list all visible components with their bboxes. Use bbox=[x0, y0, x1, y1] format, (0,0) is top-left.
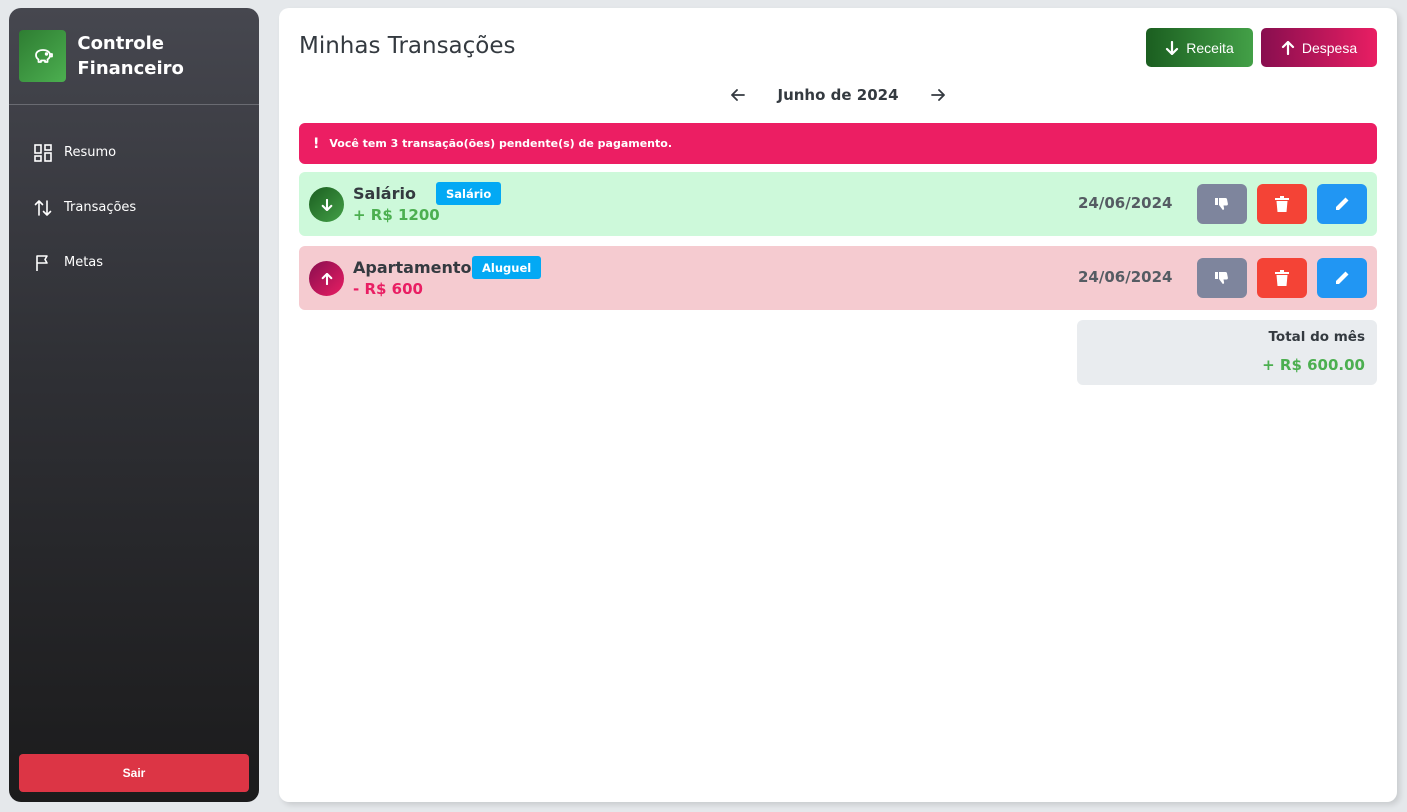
add-receita-button[interactable]: Receita bbox=[1146, 28, 1253, 67]
sidebar-item-transacoes[interactable]: Transações bbox=[9, 180, 259, 235]
trash-icon bbox=[1275, 196, 1289, 212]
transaction-row: Salário Salário + R$ 1200 24/06/2024 bbox=[299, 172, 1377, 236]
transaction-amount: + R$ 1200 bbox=[353, 206, 440, 224]
edit-button[interactable] bbox=[1317, 184, 1367, 224]
total-label: Total do mês bbox=[1268, 329, 1365, 345]
sidebar-item-resumo[interactable]: Resumo bbox=[9, 125, 259, 180]
delete-button[interactable] bbox=[1257, 258, 1307, 298]
prev-month-icon[interactable] bbox=[728, 85, 748, 105]
piggy-bank-icon bbox=[19, 30, 67, 82]
pending-alert: ! Você tem 3 transação(ões) pendente(s) … bbox=[299, 123, 1377, 164]
pencil-icon bbox=[1336, 197, 1349, 210]
sidebar-item-label: Transações bbox=[64, 200, 137, 215]
sidebar-item-metas[interactable]: Metas bbox=[9, 235, 259, 290]
arrow-up-icon bbox=[1281, 40, 1294, 55]
thumbs-down-icon bbox=[1215, 198, 1228, 210]
thumbs-down-icon bbox=[1215, 272, 1228, 284]
exclamation-icon: ! bbox=[313, 135, 320, 152]
next-month-icon[interactable] bbox=[928, 85, 948, 105]
month-label: Junho de 2024 bbox=[777, 86, 899, 104]
brand: Controle Financeiro bbox=[9, 8, 259, 105]
logout-button[interactable]: Sair bbox=[19, 754, 249, 792]
sidebar-item-label: Resumo bbox=[64, 145, 117, 160]
add-despesa-button[interactable]: Despesa bbox=[1261, 28, 1377, 67]
category-badge: Aluguel bbox=[472, 256, 542, 279]
alert-text: Você tem 3 transação(ões) pendente(s) de… bbox=[329, 137, 673, 150]
swap-vertical-icon bbox=[33, 198, 53, 218]
transaction-name: Apartamento bbox=[353, 258, 472, 277]
despesa-label: Despesa bbox=[1301, 39, 1358, 56]
main-panel: Minhas Transações Receita Despesa Junho … bbox=[279, 8, 1397, 802]
arrow-up-icon bbox=[309, 261, 344, 296]
delete-button[interactable] bbox=[1257, 184, 1307, 224]
transaction-amount: - R$ 600 bbox=[353, 280, 423, 298]
edit-button[interactable] bbox=[1317, 258, 1367, 298]
transaction-row: Apartamento Aluguel - R$ 600 24/06/2024 bbox=[299, 246, 1377, 310]
brand-title: Controle Financeiro bbox=[77, 33, 184, 79]
arrow-down-icon bbox=[309, 187, 344, 222]
page-title: Minhas Transações bbox=[299, 33, 516, 59]
trash-icon bbox=[1275, 270, 1289, 286]
arrow-down-icon bbox=[1166, 40, 1179, 55]
sidebar: Controle Financeiro Resumo Transações Me… bbox=[9, 8, 259, 802]
pencil-icon bbox=[1336, 271, 1349, 284]
mark-pending-button[interactable] bbox=[1197, 258, 1247, 298]
sidebar-nav: Resumo Transações Metas bbox=[9, 125, 259, 290]
mark-pending-button[interactable] bbox=[1197, 184, 1247, 224]
receita-label: Receita bbox=[1186, 39, 1234, 56]
transaction-name: Salário bbox=[353, 184, 416, 203]
category-badge: Salário bbox=[436, 182, 502, 205]
transaction-date: 24/06/2024 bbox=[1078, 194, 1173, 212]
flag-icon bbox=[33, 253, 53, 273]
month-navigator: Junho de 2024 bbox=[279, 84, 1397, 106]
monthly-total-card: Total do mês + R$ 600.00 bbox=[1077, 320, 1377, 385]
total-value: + R$ 600.00 bbox=[1262, 356, 1365, 374]
sidebar-item-label: Metas bbox=[64, 255, 104, 270]
transaction-date: 24/06/2024 bbox=[1078, 268, 1173, 286]
dashboard-icon bbox=[33, 143, 53, 163]
